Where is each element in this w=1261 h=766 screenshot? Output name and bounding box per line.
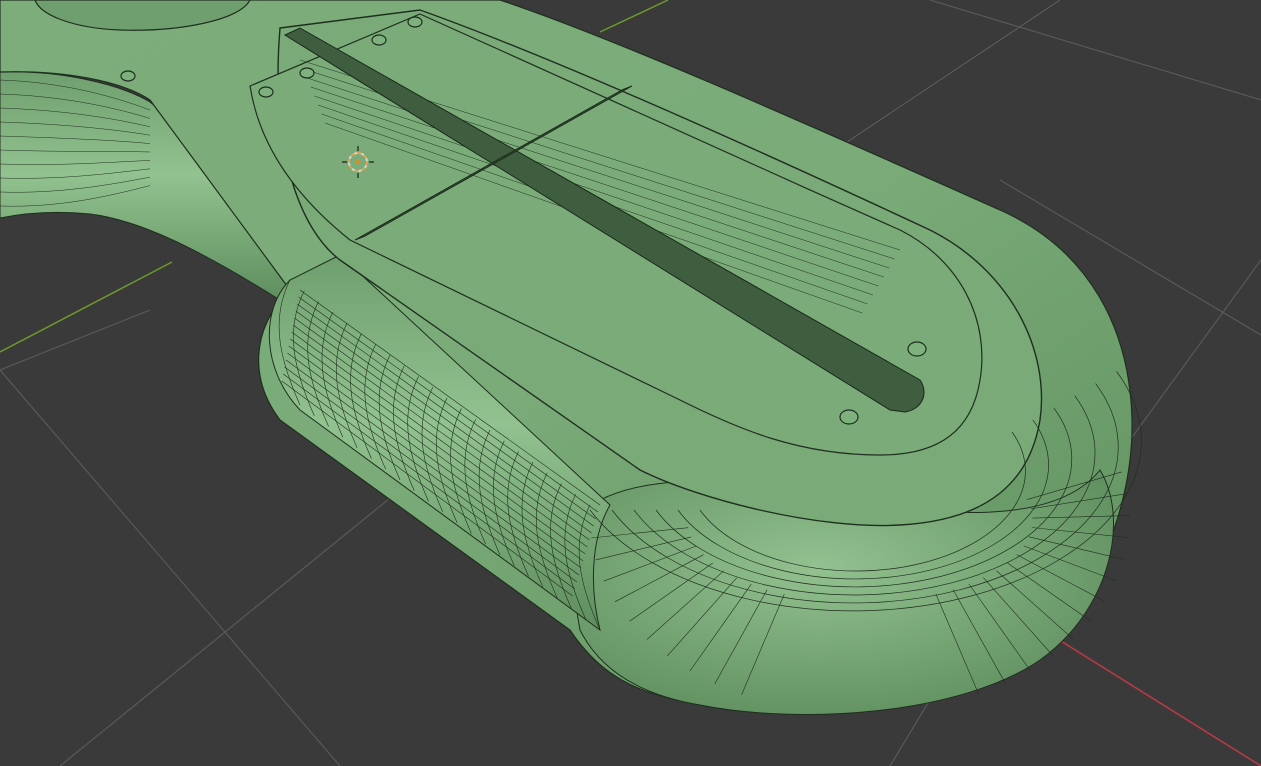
stud [120, 70, 136, 82]
y-axis-line-far [599, 0, 669, 33]
3d-viewport[interactable] [0, 0, 1261, 766]
stud [907, 341, 927, 357]
stud [407, 16, 423, 28]
stud [371, 34, 387, 46]
y-axis-line [0, 261, 173, 353]
stud [258, 86, 274, 98]
viewport-canvas[interactable] [0, 0, 1261, 766]
stud [839, 409, 859, 425]
stud [299, 67, 315, 79]
x-axis-line [1039, 627, 1261, 766]
mesh-object[interactable] [0, 0, 1142, 715]
